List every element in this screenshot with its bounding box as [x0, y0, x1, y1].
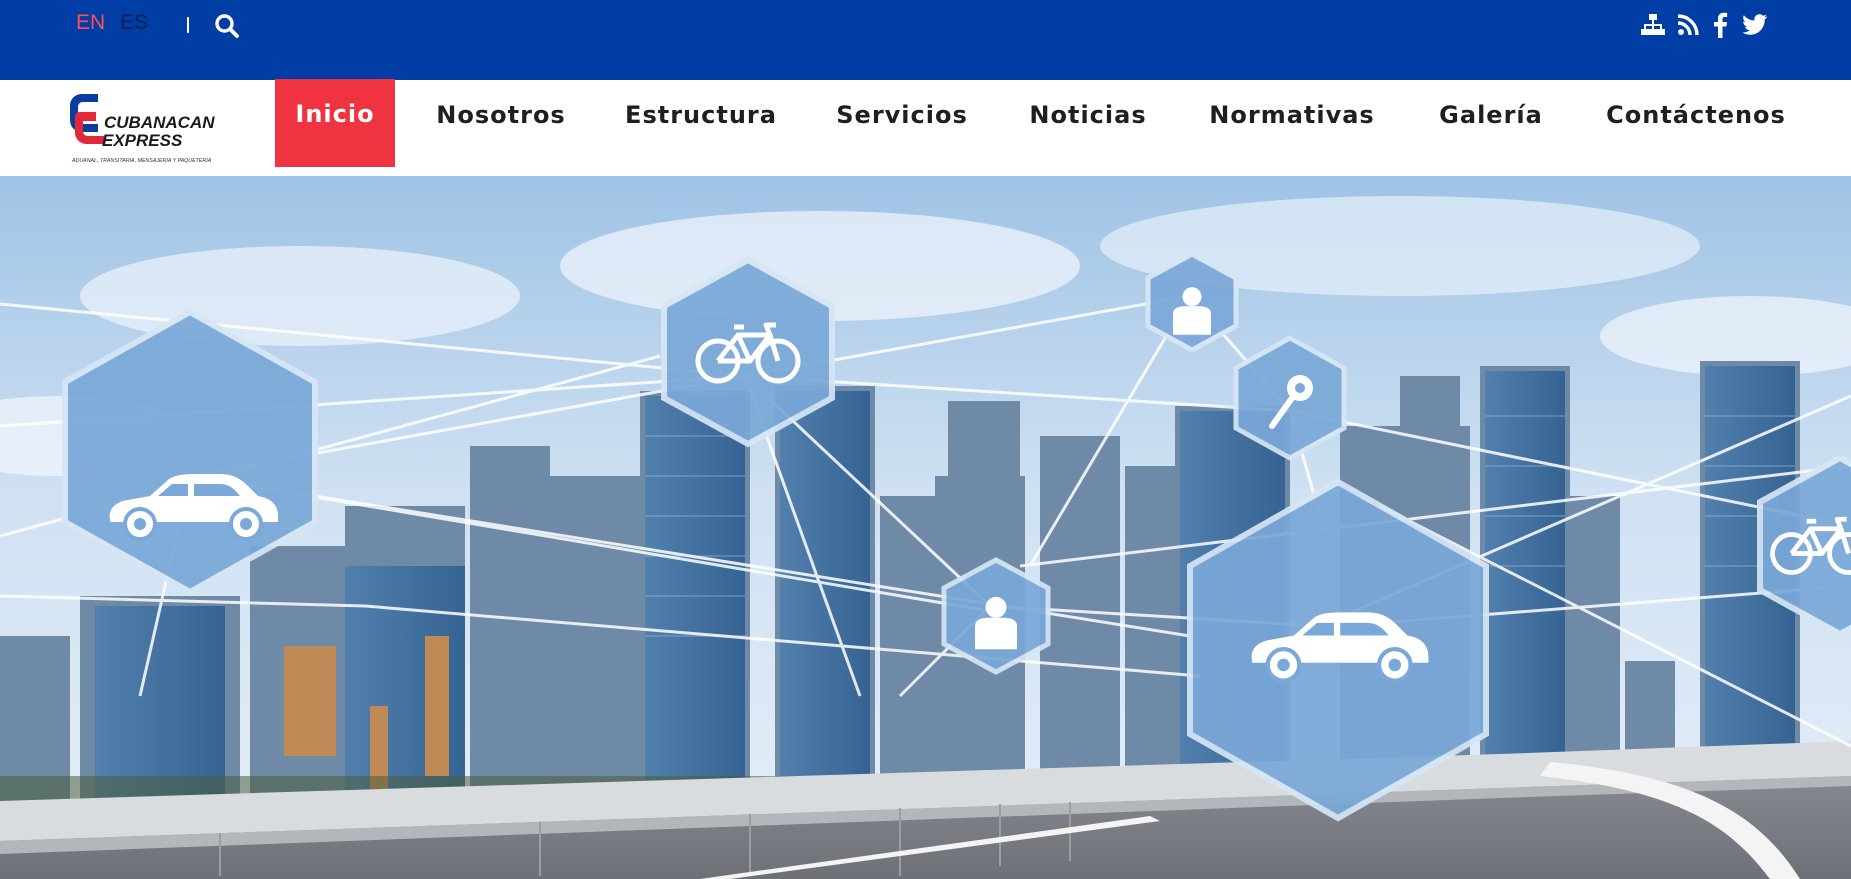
nav-item-estructura[interactable]: Estructura: [624, 80, 778, 166]
person-hexagon-bottom: [941, 557, 1051, 675]
cubanacan-express-logo[interactable]: CUBANACAN EXPRESS ADUANAL, TRANSITARIA, …: [66, 88, 226, 166]
nav-item-contactenos[interactable]: Contáctenos: [1604, 80, 1788, 166]
nav-item-noticias[interactable]: Noticias: [1027, 80, 1149, 166]
facebook-icon[interactable]: [1712, 12, 1728, 38]
hero-banner: [0, 176, 1851, 879]
person-hexagon-top: [1145, 251, 1239, 353]
logo-name: CUBANACAN: [104, 113, 215, 132]
main-nav: CUBANACAN EXPRESS ADUANAL, TRANSITARIA, …: [0, 79, 1851, 177]
top-bar: EN ES: [0, 0, 1851, 80]
rss-icon[interactable]: [1677, 12, 1699, 38]
language-en-link[interactable]: EN: [76, 11, 105, 35]
search-icon[interactable]: [214, 13, 240, 39]
twitter-icon[interactable]: [1742, 12, 1768, 38]
logo-tagline: ADUANAL, TRANSITARIA, MENSAJERÍA Y PAQUE…: [71, 157, 212, 164]
logo-mark: [70, 94, 104, 144]
language-es-link[interactable]: ES: [120, 11, 148, 35]
nav-item-servicios[interactable]: Servicios: [835, 80, 969, 166]
nav-item-galeria[interactable]: Galería: [1432, 80, 1550, 166]
logo-sub: EXPRESS: [102, 131, 183, 150]
hero-illustration: [0, 176, 1851, 879]
nav-item-normativas[interactable]: Normativas: [1208, 80, 1376, 166]
sitemap-icon[interactable]: [1640, 12, 1666, 38]
divider: [187, 17, 189, 33]
nav-item-nosotros[interactable]: Nosotros: [436, 80, 566, 166]
nav-item-inicio[interactable]: Inicio: [275, 79, 395, 167]
